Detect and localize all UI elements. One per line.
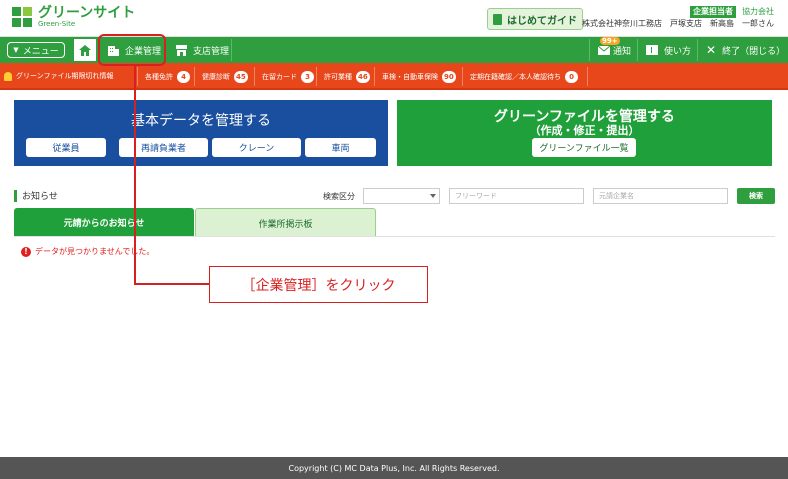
cranes-button[interactable]: クレーン xyxy=(212,138,301,157)
green-file-list-button[interactable]: グリーンファイル一覧 xyxy=(532,138,636,157)
close-icon: ✕ xyxy=(706,43,717,57)
alert-licenses[interactable]: 各種免許 4 xyxy=(137,67,194,86)
tab-divider xyxy=(14,236,775,237)
user-info: 企業担当者 協力会社 株式会社神奈川工務店 戸塚支店 新高島 一郎さん xyxy=(582,6,774,30)
notification-button[interactable]: 99+ 通知 xyxy=(589,37,637,61)
vehicles-button[interactable]: 車両 xyxy=(305,138,376,157)
app-header: グリーンサイト Green-Site はじめてガイド 企業担当者 協力会社 株式会… xyxy=(0,0,788,37)
notice-heading-text: お知らせ xyxy=(22,192,58,202)
alert-residence-card[interactable]: 在留カード 3 xyxy=(254,67,316,86)
tab-prime-contractor-notices[interactable]: 元請からのお知らせ xyxy=(14,208,194,237)
callout-line-vertical xyxy=(134,66,136,284)
empty-result-text: データが見つかりませんでした。 xyxy=(35,247,155,256)
instruction-callout: ［企業管理］をクリック xyxy=(209,266,428,303)
basic-data-title: 基本データを管理する xyxy=(131,113,271,129)
search-category-select[interactable] xyxy=(363,188,440,204)
home-icon xyxy=(79,44,91,56)
help-button[interactable]: 使い方 xyxy=(637,39,697,61)
alert-label: 定期在籍確認／本人確認待ち xyxy=(470,72,561,81)
alert-health-check[interactable]: 健康診断 45 xyxy=(194,67,254,86)
help-label: 使い方 xyxy=(664,46,692,57)
menu-label: メニュー xyxy=(22,46,59,57)
alert-enrollment-check[interactable]: 定期在籍確認／本人確認待ち 0 xyxy=(462,67,588,86)
free-word-input[interactable]: フリーワード xyxy=(449,188,584,204)
book-icon xyxy=(493,13,502,25)
alert-label: 在留カード xyxy=(262,72,297,81)
caret-down-icon: ▼ xyxy=(13,46,19,54)
logout-label: 終了（閉じる） xyxy=(722,46,786,57)
alert-count-badge: 3 xyxy=(301,70,314,83)
mail-icon xyxy=(598,45,610,55)
beginner-guide-button[interactable]: はじめてガイド xyxy=(487,8,583,30)
alert-label: 車検・自動車保険 xyxy=(382,72,438,81)
green-site-logo[interactable]: グリーンサイト Green-Site xyxy=(12,6,135,28)
warning-icon: ! xyxy=(21,246,31,257)
expiry-alert-title-text: グリーンファイル期限切れ情報 xyxy=(16,72,114,80)
search-button[interactable]: 検索 xyxy=(737,188,775,204)
home-tab[interactable] xyxy=(74,39,96,61)
alert-label: 許可業種 xyxy=(324,72,352,81)
footer: Copyright (C) MC Data Plus, Inc. All Rig… xyxy=(0,457,788,479)
bell-icon xyxy=(4,71,12,81)
alert-count-badge: 46 xyxy=(356,70,370,83)
logo-icon xyxy=(12,7,32,27)
user-company: 株式会社神奈川工務店 戸塚支店 新高島 一郎さん xyxy=(582,19,774,28)
search-category-label: 検索区分 xyxy=(323,192,355,201)
notification-label: 通知 xyxy=(613,46,632,57)
branch-management-label: 支店管理 xyxy=(193,46,230,57)
logo-subtitle: Green-Site xyxy=(38,20,76,28)
role-badge: 企業担当者 xyxy=(690,6,736,18)
alert-count-badge: 45 xyxy=(234,70,248,83)
subcontractors-button[interactable]: 再請負業者 xyxy=(119,138,208,157)
alert-vehicle-inspection[interactable]: 車検・自動車保険 90 xyxy=(374,67,462,86)
employees-button[interactable]: 従業員 xyxy=(26,138,106,157)
prime-contractor-input[interactable]: 元請企業名 xyxy=(593,188,728,204)
expiry-alert-bar: グリーンファイル期限切れ情報 各種免許 4 健康診断 45 在留カード 3 許可業種 4… xyxy=(0,63,788,90)
select-arrow-icon xyxy=(430,194,436,198)
callout-line-horizontal xyxy=(134,283,210,285)
alert-count-badge: 0 xyxy=(565,70,578,83)
alert-label: 健康診断 xyxy=(202,72,230,81)
role-type: 協力会社 xyxy=(742,7,774,16)
alert-count-badge: 4 xyxy=(177,70,190,83)
logout-button[interactable]: ✕ 終了（閉じる） xyxy=(697,39,788,61)
notification-count-badge: 99+ xyxy=(600,37,620,45)
logo-title: グリーンサイト xyxy=(38,5,136,21)
menu-button[interactable]: ▼ メニュー xyxy=(7,42,65,58)
green-file-panel: グリーンファイルを管理する （作成・修正・提出） グリーンファイル一覧 xyxy=(397,100,772,166)
manual-book-icon xyxy=(646,45,658,55)
highlight-box xyxy=(98,34,166,66)
alert-count-badge: 90 xyxy=(442,70,456,83)
guide-label: はじめてガイド xyxy=(507,15,577,27)
basic-data-panel: 基本データを管理する 従業員 再請負業者 クレーン 車両 xyxy=(14,100,388,166)
alert-permits[interactable]: 許可業種 46 xyxy=(316,67,374,86)
tab-site-bulletin-board[interactable]: 作業所掲示板 xyxy=(195,208,376,237)
expiry-alert-title: グリーンファイル期限切れ情報 xyxy=(4,71,113,81)
alert-label: 各種免許 xyxy=(145,72,173,81)
notice-heading: お知らせ xyxy=(14,189,58,202)
heading-marker xyxy=(14,189,17,202)
green-file-subtitle: （作成・修正・提出） xyxy=(529,124,640,137)
store-icon xyxy=(176,44,187,56)
branch-management-tab[interactable]: 支店管理 xyxy=(168,39,232,61)
